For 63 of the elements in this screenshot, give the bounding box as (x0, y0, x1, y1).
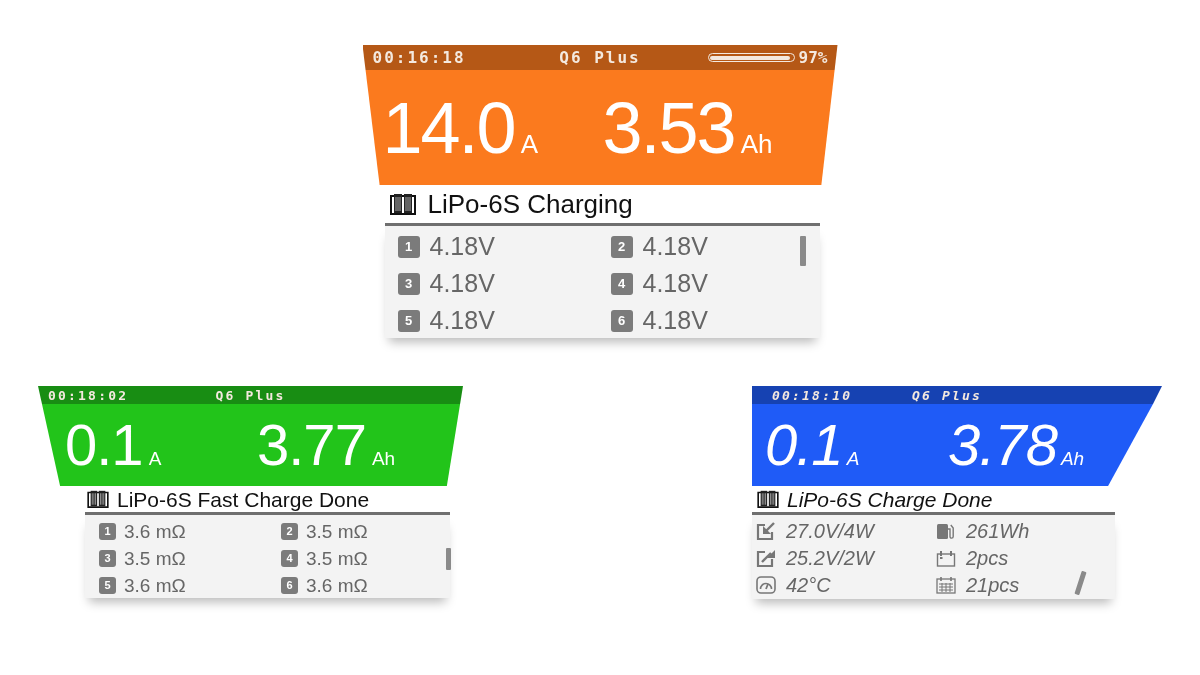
scrollbar-thumb[interactable] (446, 548, 451, 570)
stat-value: 21pcs (966, 574, 1020, 595)
battery-percent: 97% (798, 46, 828, 69)
battery-cells-icon (389, 193, 416, 215)
charge-status: LiPo-6S Charging (427, 191, 633, 217)
cell-reading: 3.6 mΩ (306, 576, 368, 595)
battery-cells-icon (757, 490, 779, 508)
battery-cells-icon (87, 490, 109, 508)
clock-time: 00:18:10 (772, 387, 853, 405)
calendar-icon (936, 548, 956, 567)
cell-reading: 3.5 mΩ (306, 549, 368, 568)
arrow-out-box-icon (756, 548, 776, 567)
reading-value: 3.77 (257, 416, 366, 474)
cell-number-badge: 1 (397, 235, 420, 258)
cell-number-badge: 1 (99, 523, 116, 540)
stat-value: 42°C (786, 574, 831, 595)
fuel-pump-icon (936, 521, 956, 540)
device-name: Q6 Plus (911, 387, 983, 405)
calendar-grid-icon (936, 575, 956, 594)
device-name: Q6 Plus (215, 387, 286, 405)
reading-unit: A (148, 449, 162, 468)
cell-reading: 3.5 mΩ (124, 549, 186, 568)
reading-unit: A (846, 449, 860, 468)
gauge-icon (756, 575, 776, 594)
reading-value: 3.78 (948, 416, 1057, 474)
cell-reading: 3.6 mΩ (124, 576, 186, 595)
cell-number-badge: 2 (610, 235, 633, 258)
stat-value: 261Wh (966, 520, 1030, 541)
cell-reading: 4.18V (429, 308, 495, 333)
stat-value: 27.0V/4W (786, 520, 874, 541)
reading-unit: A (520, 130, 538, 157)
cell-number-badge: 5 (397, 309, 420, 332)
stat-value: 2pcs (966, 547, 1009, 568)
cell-number-badge: 2 (281, 523, 298, 540)
reading-value: 3.53 (602, 91, 735, 164)
cell-number-badge: 6 (610, 309, 633, 332)
reading-value: 0.1 (765, 416, 843, 474)
cell-number-badge: 4 (610, 272, 633, 295)
clock-time: 00:18:02 (48, 387, 129, 405)
cell-number-badge: 3 (397, 272, 420, 295)
cell-reading: 4.18V (642, 308, 708, 333)
reading-unit: Ah (371, 449, 396, 468)
stat-value: 25.2V/2W (786, 547, 874, 568)
charge-status: LiPo-6S Charge Done (787, 488, 993, 510)
cell-number-badge: 4 (281, 550, 298, 567)
cell-reading: 3.6 mΩ (124, 522, 186, 541)
charge-status: LiPo-6S Fast Charge Done (117, 488, 370, 510)
clock-time: 00:16:18 (372, 46, 466, 69)
cell-reading: 4.18V (642, 234, 708, 259)
cell-number-badge: 6 (281, 577, 298, 594)
cell-reading: 4.18V (429, 271, 495, 296)
reading-unit: Ah (740, 130, 773, 157)
reading-unit: Ah (1060, 449, 1085, 468)
arrow-in-box-icon (756, 521, 776, 540)
reading-value: 0.1 (65, 416, 143, 474)
scrollbar-thumb[interactable] (799, 236, 806, 266)
cell-reading: 4.18V (642, 271, 708, 296)
cell-number-badge: 5 (99, 577, 116, 594)
cell-number-badge: 3 (99, 550, 116, 567)
reading-value: 14.0 (382, 91, 515, 164)
cell-reading: 4.18V (429, 234, 495, 259)
device-name: Q6 Plus (559, 46, 641, 69)
cell-reading: 3.5 mΩ (306, 522, 368, 541)
